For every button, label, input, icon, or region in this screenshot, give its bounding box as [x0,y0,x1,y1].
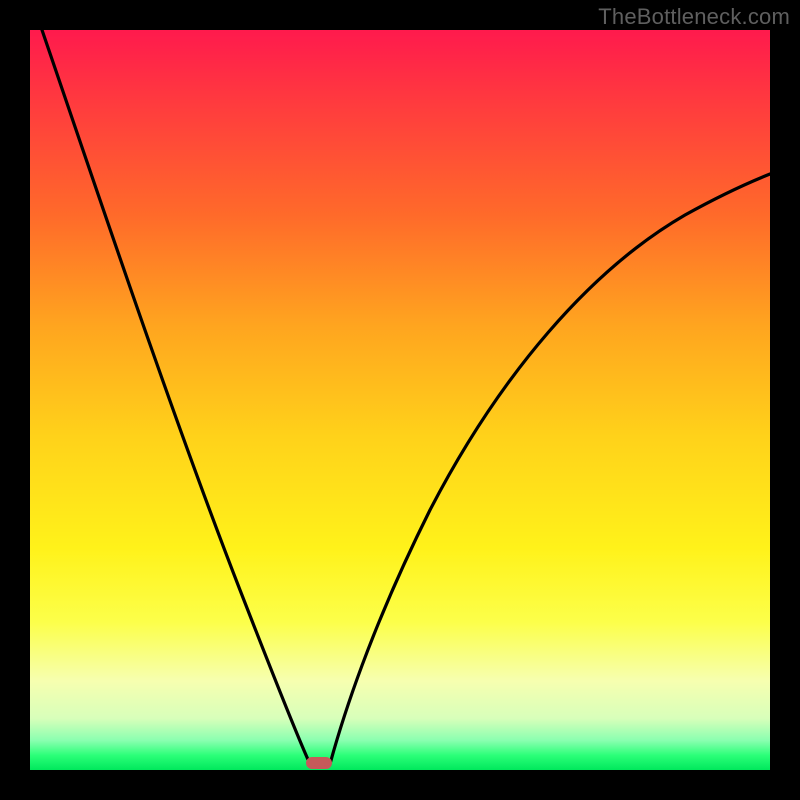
bottleneck-curve [30,30,770,770]
curve-left-branch [42,30,310,764]
plot-area [30,30,770,770]
chart-frame: TheBottleneck.com [0,0,800,800]
curve-right-branch [330,174,770,764]
minimum-marker [306,757,332,769]
watermark-text: TheBottleneck.com [598,4,790,30]
